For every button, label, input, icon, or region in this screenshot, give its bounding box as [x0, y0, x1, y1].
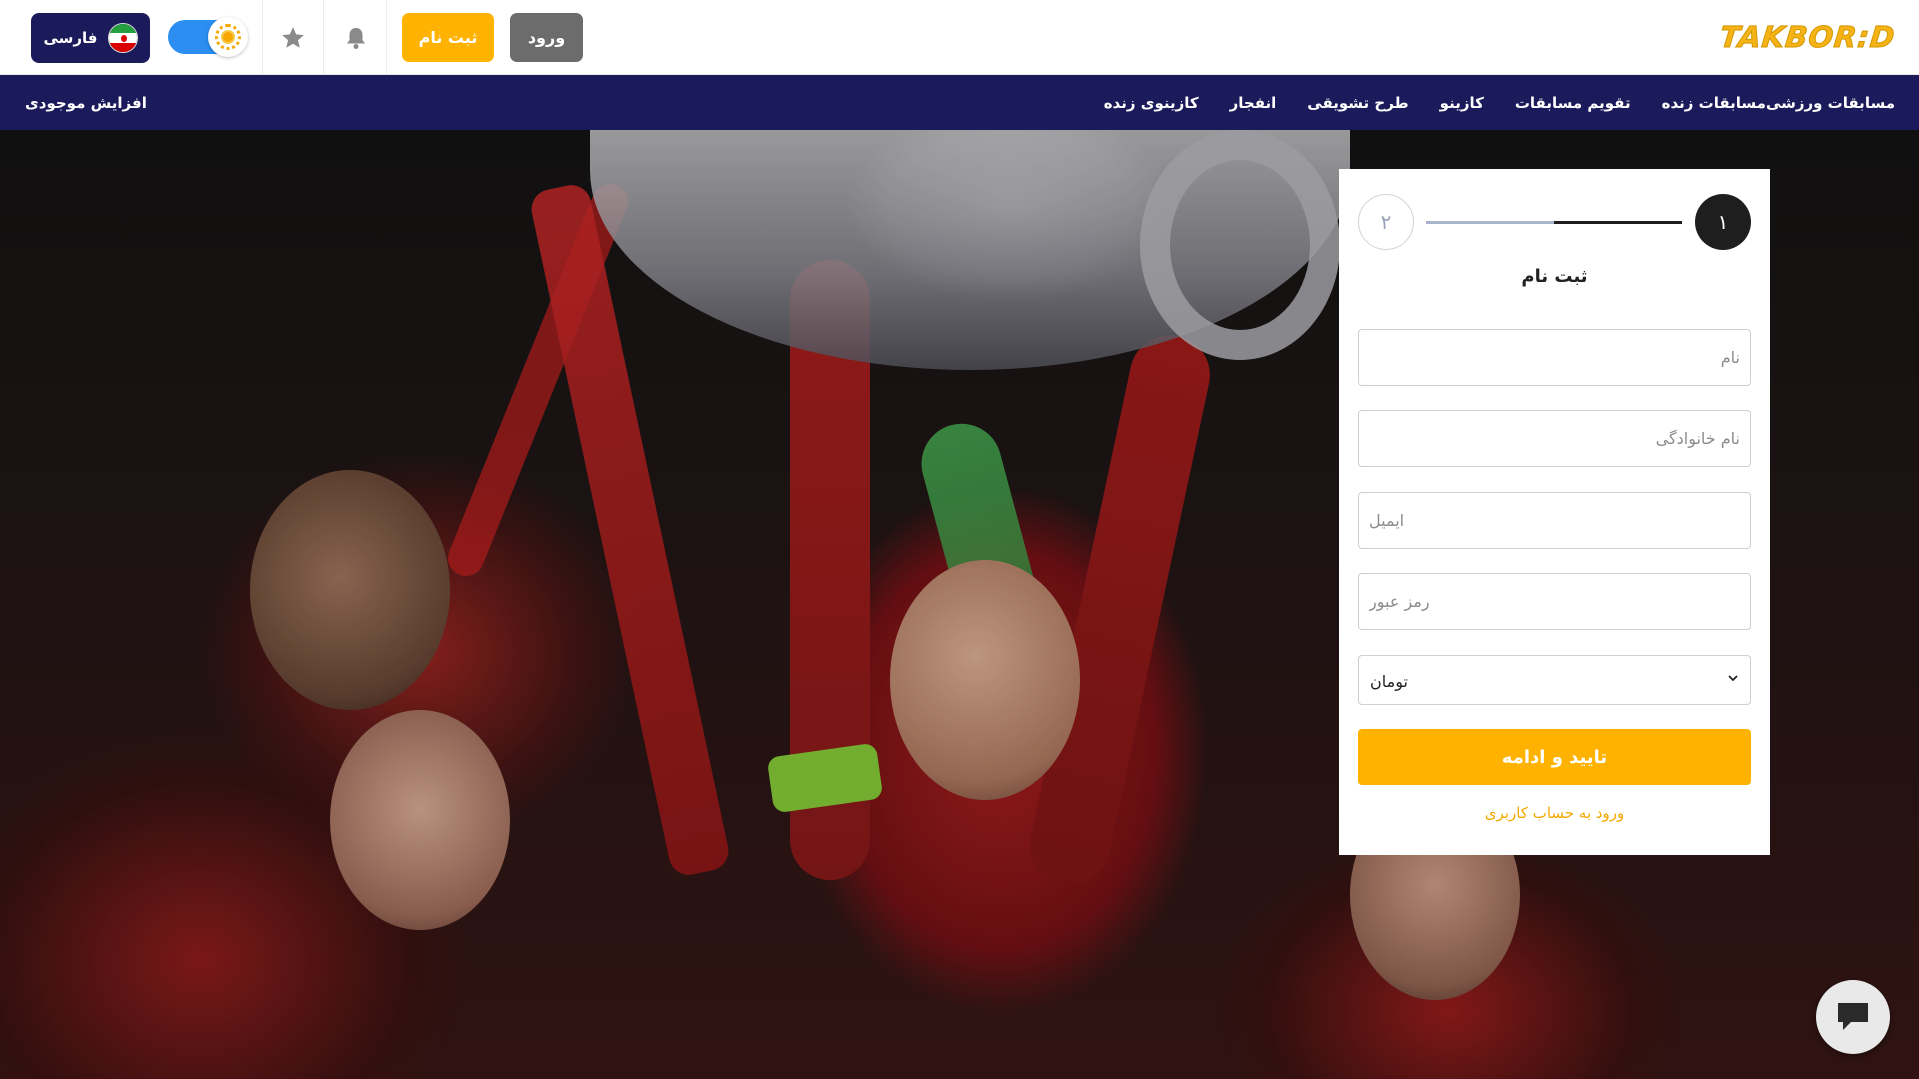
- iran-flag-icon: [107, 23, 138, 53]
- language-label: فارسی: [43, 29, 98, 47]
- theme-toggle[interactable]: [168, 17, 248, 57]
- login-account-link[interactable]: ورود به حساب کاربری: [1339, 804, 1770, 822]
- step-line-pending: [1426, 221, 1554, 224]
- confirm-continue-button[interactable]: تایید و ادامه: [1358, 729, 1751, 785]
- chat-icon: [1838, 1003, 1868, 1030]
- login-button[interactable]: ورود: [510, 13, 583, 62]
- chevron-down-icon: [1728, 675, 1738, 682]
- nav-item-live-casino[interactable]: کازینوی زنده: [1104, 94, 1199, 112]
- last-name-field[interactable]: [1358, 410, 1751, 467]
- nav-item-calendar[interactable]: تقویم مسابقات: [1515, 94, 1631, 112]
- form-title: ثبت نام: [1521, 266, 1588, 287]
- registration-stepper: ۲ ۱: [1339, 194, 1770, 250]
- logo-text: TAKBOR:D: [1718, 20, 1898, 55]
- email-field[interactable]: [1358, 492, 1751, 549]
- sun-icon: [215, 24, 241, 50]
- deposit-link[interactable]: افزایش موجودی: [25, 75, 147, 130]
- nav-item-sports[interactable]: مسابقات ورزشی: [1766, 94, 1895, 112]
- main-nav: مسابقات ورزشی مسابقات زنده تقویم مسابقات…: [0, 75, 1919, 130]
- nav-item-crash[interactable]: انفجار: [1230, 94, 1277, 112]
- step-line-complete: [1554, 221, 1682, 224]
- nav-item-casino[interactable]: کازینو: [1440, 94, 1484, 112]
- first-name-field[interactable]: [1358, 329, 1751, 386]
- currency-value: تومان: [1370, 671, 1408, 691]
- language-selector[interactable]: فارسی: [31, 13, 150, 63]
- nav-item-live[interactable]: مسابقات زنده: [1662, 94, 1766, 112]
- toggle-knob: [208, 17, 248, 57]
- nav-item-promotions[interactable]: طرح تشویقی: [1307, 94, 1408, 112]
- step-2-indicator: ۲: [1358, 194, 1414, 250]
- register-button[interactable]: ثبت نام: [402, 13, 494, 62]
- favorites-button[interactable]: [262, 0, 324, 75]
- step-1-indicator: ۱: [1695, 194, 1751, 250]
- registration-form: ۲ ۱ ثبت نام تومان تایید و ادامه ورود به …: [1339, 169, 1770, 855]
- currency-select[interactable]: تومان: [1358, 655, 1751, 705]
- bell-icon: [346, 27, 365, 49]
- site-logo[interactable]: TAKBOR:D: [1718, 20, 1898, 55]
- top-header: TAKBOR:D ورود ثبت نام فارسی: [0, 0, 1919, 75]
- star-icon: [282, 26, 304, 48]
- nav-items: مسابقات ورزشی مسابقات زنده تقویم مسابقات…: [1073, 75, 1895, 130]
- live-chat-button[interactable]: [1816, 980, 1890, 1054]
- notifications-button[interactable]: [325, 0, 387, 75]
- password-field[interactable]: [1358, 573, 1751, 630]
